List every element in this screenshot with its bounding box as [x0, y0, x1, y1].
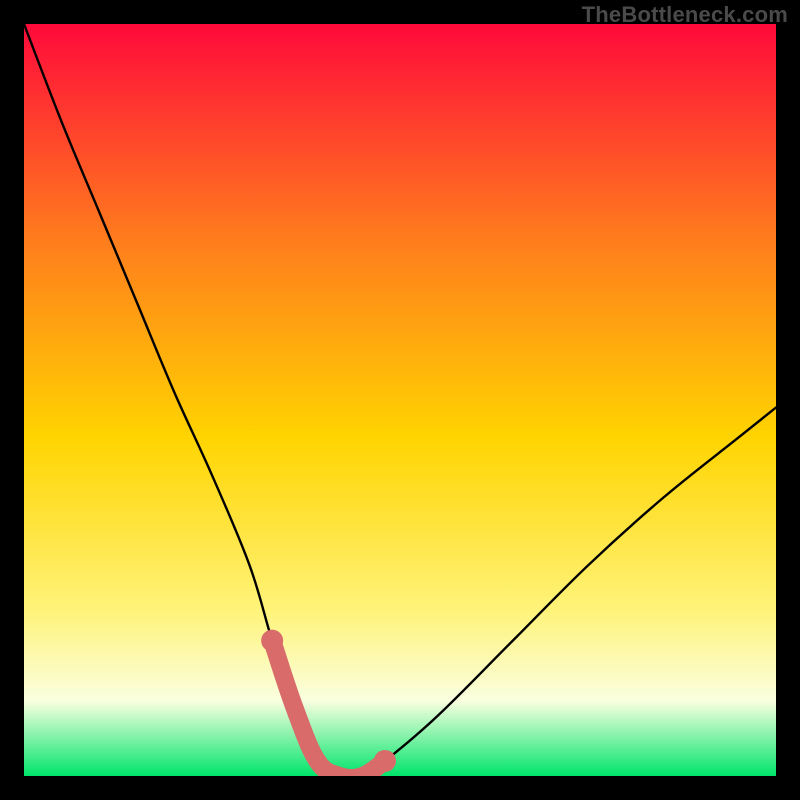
valley-endpoint-dot — [374, 750, 396, 772]
bottleneck-chart — [24, 24, 776, 776]
valley-endpoint-dot — [261, 630, 283, 652]
plot-area — [24, 24, 776, 776]
gradient-background — [24, 24, 776, 776]
chart-frame: TheBottleneck.com — [0, 0, 800, 800]
